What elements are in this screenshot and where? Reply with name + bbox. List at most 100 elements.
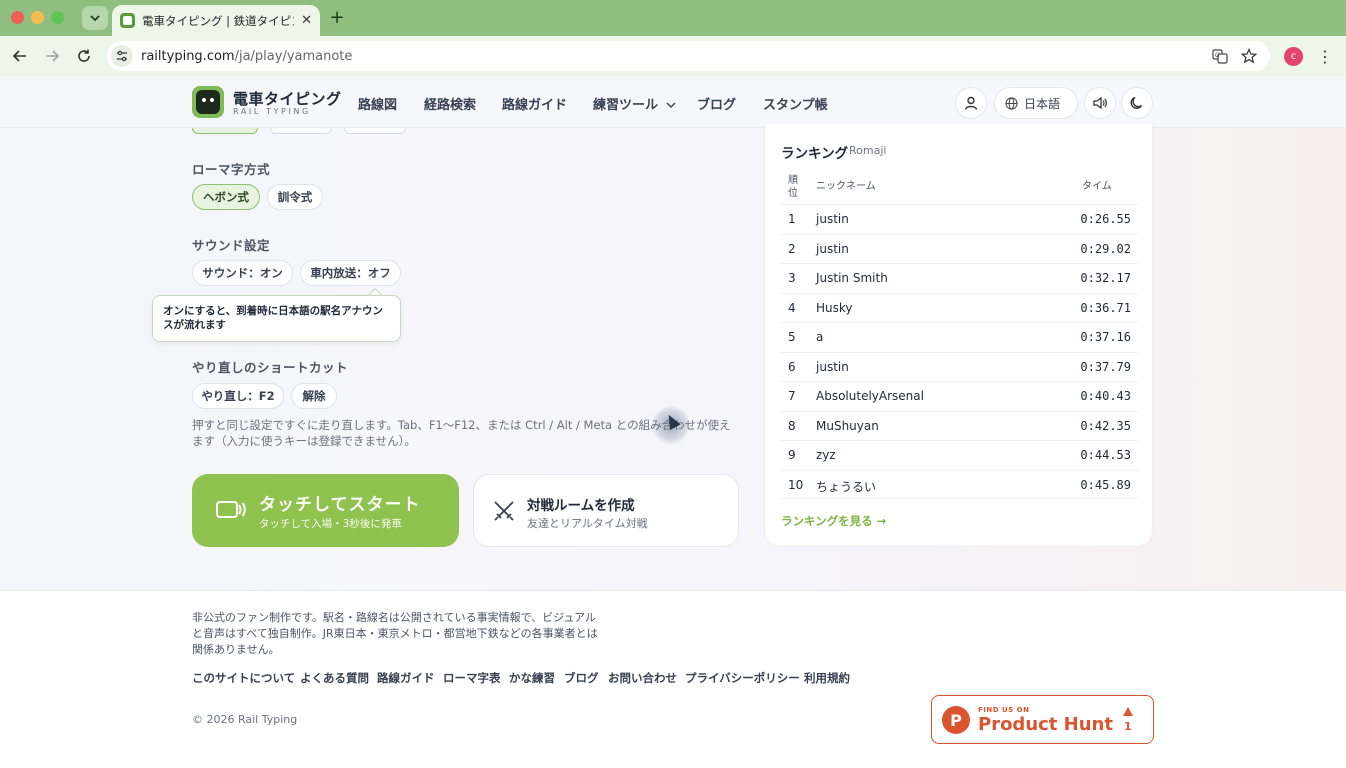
ranking-rank: 2 — [788, 241, 796, 256]
favicon-icon — [120, 13, 135, 28]
nav-line-guide[interactable]: 路線ガイド — [502, 94, 567, 113]
speaker-icon — [1093, 96, 1107, 110]
account-button[interactable] — [955, 87, 987, 119]
ranking-name: MuShuyan — [816, 418, 879, 433]
tab-close-icon[interactable]: ✕ — [301, 13, 312, 28]
ranking-rank: 1 — [788, 212, 796, 226]
product-hunt-tagline: FIND US ON — [978, 706, 1030, 714]
clipped-option-2[interactable] — [270, 128, 332, 134]
battle-title: 対戦ルームを作成 — [527, 498, 635, 514]
footer-link-line-guide[interactable]: 路線ガイド — [377, 670, 435, 686]
site-info-icon[interactable] — [111, 45, 133, 67]
ranking-name: justin — [816, 359, 849, 374]
ranking-row: 1 justin 0:26.55 — [781, 204, 1138, 234]
ranking-row: 10 ちょうるい 0:45.89 — [781, 469, 1138, 500]
retry-shortcut-clear-button[interactable]: 解除 — [291, 383, 337, 409]
nav-practice-tools-label: 練習ツール — [593, 98, 659, 113]
start-title: タッチしてスタート — [259, 495, 421, 515]
romaji-kunrei-button[interactable]: 訓令式 — [267, 184, 323, 210]
theme-toggle-button[interactable] — [1121, 87, 1153, 119]
footer-link-kana-practice[interactable]: かな練習 — [509, 670, 555, 686]
announcement-toggle-pill[interactable]: 車内放送：オフ — [300, 260, 401, 286]
nav-route-search[interactable]: 経路検索 — [424, 94, 476, 113]
ranking-row: 4 Husky 0:36.71 — [781, 292, 1138, 323]
nav-practice-tools[interactable]: 練習ツール — [593, 94, 676, 113]
globe-icon — [1005, 96, 1018, 110]
ranking-row: 7 AbsolutelyArsenal 0:40.43 — [781, 381, 1138, 411]
ranking-rank: 3 — [788, 271, 796, 285]
logo-icon[interactable] — [192, 86, 224, 118]
footer-link-privacy[interactable]: プライバシーポリシー — [685, 670, 800, 686]
ranking-time: 0:40.43 — [1080, 389, 1131, 403]
ranking-name: a — [816, 330, 824, 344]
product-hunt-upvote-count: 1 — [1124, 720, 1132, 733]
footer-link-faq[interactable]: よくある質問 — [300, 670, 369, 686]
upvote-triangle-icon — [1123, 707, 1133, 716]
footer-link-contact[interactable]: お問い合わせ — [608, 670, 677, 686]
ranking-row: 9 zyz 0:44.53 — [781, 440, 1138, 470]
announcement-tooltip: オンにすると、到着時に日本語の駅名アナウンスが流れます — [152, 295, 401, 342]
start-subtitle: タッチして入場・3秒後に発車 — [259, 518, 402, 530]
nav-stamp-book[interactable]: スタンプ帳 — [763, 94, 828, 113]
ranking-rank: 10 — [788, 477, 804, 492]
browser-tab-active[interactable]: 電車タイピング | 鉄道タイピン ✕ — [112, 5, 320, 36]
ranking-time: 0:37.79 — [1080, 359, 1131, 374]
reload-button[interactable] — [72, 44, 96, 68]
tab-search-button[interactable] — [82, 6, 108, 30]
site-header: 電車タイピング RAIL TYPING 路線図 経路検索 路線ガイド 練習ツール… — [0, 76, 1346, 128]
minimize-window-button[interactable] — [31, 11, 44, 24]
address-bar[interactable]: railtyping.com/ja/play/yamanote G — [107, 41, 1270, 71]
footer-link-romaji-table[interactable]: ローマ字表 — [443, 670, 501, 686]
battle-subtitle: 友達とリアルタイム対戦 — [527, 517, 648, 530]
ranking-time: 0:37.16 — [1080, 330, 1131, 344]
ranking-name: Husky — [816, 300, 853, 315]
ranking-bottom-divider — [781, 498, 1138, 499]
browser-tab-bar: 電車タイピング | 鉄道タイピン ✕ + — [0, 0, 1346, 36]
retry-shortcut-button[interactable]: やり直し：F2 — [192, 383, 284, 409]
new-tab-button[interactable]: + — [327, 7, 347, 28]
tab-title: 電車タイピング | 鉄道タイピン — [142, 13, 294, 28]
profile-avatar[interactable]: c — [1284, 47, 1303, 66]
ranking-col-rank: 順 位 — [788, 175, 798, 199]
clipped-option-3[interactable] — [344, 128, 406, 134]
moon-icon — [1130, 96, 1143, 109]
logo-title[interactable]: 電車タイピング — [233, 88, 342, 109]
language-selector[interactable]: 日本語 — [994, 87, 1078, 119]
footer-disclaimer: 非公式のファン制作です。駅名・路線名は公開されている事実情報で、ビジュアルと音声… — [192, 611, 598, 656]
sound-toggle-pill[interactable]: サウンド：オン — [192, 260, 293, 286]
ranking-row: 3 Justin Smith 0:32.17 — [781, 263, 1138, 293]
footer-link-terms[interactable]: 利用規約 — [804, 670, 850, 686]
romaji-hepburn-button[interactable]: ヘボン式 — [192, 184, 260, 210]
user-icon — [964, 96, 978, 110]
bookmark-star-icon[interactable] — [1239, 46, 1259, 66]
ranking-rank: 7 — [788, 389, 796, 403]
ranking-name: zyz — [816, 448, 836, 462]
product-hunt-name: Product Hunt — [978, 714, 1113, 735]
footer-link-blog[interactable]: ブログ — [564, 670, 599, 686]
ranking-col-name: ニックネーム — [816, 181, 876, 192]
see-ranking-link[interactable]: ランキングを見る → — [781, 513, 886, 529]
forward-button[interactable] — [40, 44, 64, 68]
url-text: railtyping.com/ja/play/yamanote — [141, 49, 352, 64]
url-path: /ja/play/yamanote — [234, 48, 353, 64]
ranking-name: Justin Smith — [816, 271, 888, 285]
back-button[interactable] — [8, 44, 32, 68]
chevron-down-icon — [90, 15, 100, 22]
footer-link-about[interactable]: このサイトについて — [192, 670, 295, 686]
create-battle-room-button[interactable]: 対戦ルームを作成 友達とリアルタイム対戦 — [473, 474, 739, 547]
ranking-name: justin — [816, 212, 849, 226]
nav-route-map[interactable]: 路線図 — [358, 94, 397, 113]
maximize-window-button[interactable] — [51, 11, 64, 24]
clipped-option-1[interactable] — [192, 128, 258, 134]
close-window-button[interactable] — [11, 11, 24, 24]
romaji-section-label: ローマ字方式 — [192, 162, 271, 177]
browser-menu-icon[interactable]: ⋮ — [1316, 46, 1334, 66]
sound-toggle-button[interactable] — [1084, 87, 1116, 119]
ranking-rank: 8 — [788, 418, 796, 433]
translate-icon[interactable]: G — [1210, 46, 1230, 66]
product-hunt-badge[interactable]: P FIND US ON Product Hunt 1 — [931, 695, 1154, 744]
ranking-rank: 6 — [788, 359, 796, 374]
ranking-rank: 9 — [788, 448, 796, 462]
nav-blog[interactable]: ブログ — [697, 94, 736, 113]
touch-start-button[interactable]: タッチしてスタート タッチして入場・3秒後に発車 — [192, 474, 459, 547]
